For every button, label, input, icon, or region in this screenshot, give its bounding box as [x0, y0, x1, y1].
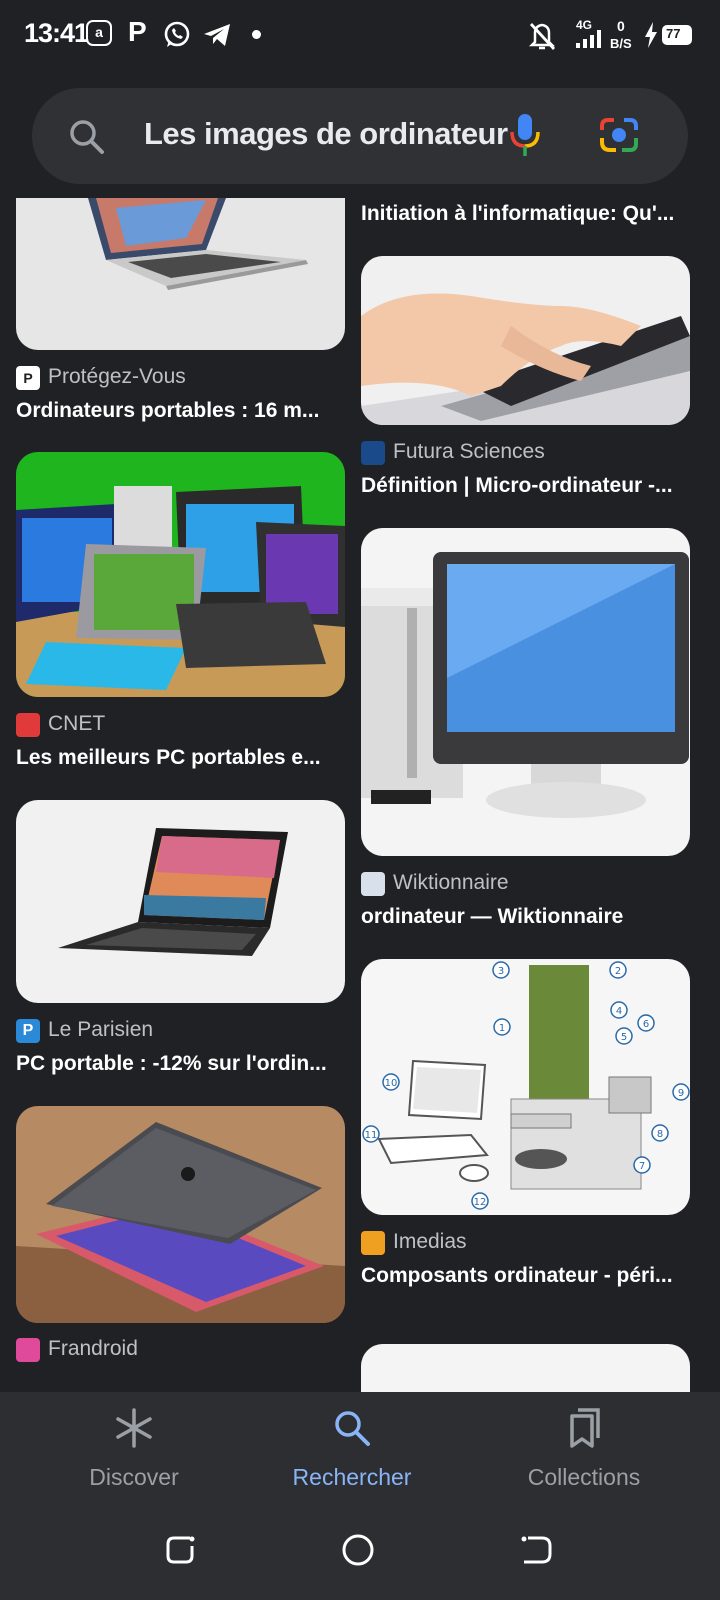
- search-bar[interactable]: Les images de ordinateur: [32, 88, 688, 184]
- status-time: 13:41: [24, 18, 89, 48]
- nav-search-label[interactable]: Rechercher: [252, 1464, 452, 1491]
- diagram-label: 10: [385, 1078, 398, 1089]
- whatsapp-icon: [164, 21, 190, 47]
- data-rate-unit: B/S: [610, 36, 632, 51]
- status-bar: 13:41 a P 4G 0 B/S 77: [0, 0, 720, 72]
- keyboard-hands-image: [361, 293, 690, 425]
- system-navigation-bar: [0, 1488, 720, 1600]
- result-title[interactable]: Définition | Micro-ordinateur -...: [361, 474, 673, 498]
- result-image-desktop-computer[interactable]: [361, 528, 690, 856]
- wiktionnaire-favicon: [361, 872, 385, 896]
- result-title[interactable]: Les meilleurs PC portables e...: [16, 746, 321, 770]
- recent-apps-icon[interactable]: [164, 1532, 200, 1568]
- back-icon[interactable]: [518, 1532, 554, 1568]
- diagram-label: 2: [615, 966, 621, 977]
- data-rate-value: 0: [617, 18, 625, 34]
- result-source[interactable]: Futura Sciences: [393, 440, 545, 464]
- diagram-label: 12: [474, 1197, 487, 1208]
- result-source[interactable]: Frandroid: [48, 1337, 138, 1361]
- battery-icon: 77: [662, 25, 692, 45]
- laptop-image: [58, 828, 288, 956]
- le-parisien-favicon: P: [16, 1019, 40, 1043]
- diagram-label: 4: [616, 1006, 622, 1017]
- asterisk-icon: [116, 1408, 152, 1448]
- laptop-image: [88, 198, 308, 290]
- diagram-label: 3: [498, 966, 504, 977]
- search-icon: [335, 1411, 370, 1446]
- result-image-laptop-black[interactable]: [16, 800, 345, 1003]
- result-source[interactable]: Imedias: [393, 1230, 467, 1254]
- search-icon: [70, 120, 104, 154]
- battery-level: 77: [666, 26, 681, 41]
- result-title[interactable]: Initiation à l'informatique: Qu'...: [361, 202, 674, 226]
- components-diagram-image: 1 2 3 4 5 6 7 8 9 10 11 12: [362, 961, 690, 1210]
- charging-icon: [645, 22, 657, 48]
- futura-favicon: [361, 441, 385, 465]
- result-image-macbook[interactable]: [16, 1106, 345, 1323]
- diagram-label: 9: [678, 1088, 684, 1099]
- source-favicon: P: [16, 366, 40, 390]
- result-source[interactable]: CNET: [48, 712, 105, 736]
- frandroid-favicon: [16, 1338, 40, 1362]
- result-image-laptop-silver[interactable]: [16, 198, 345, 350]
- imedias-favicon: [361, 1231, 385, 1255]
- result-image-next[interactable]: [361, 1344, 690, 1392]
- result-title[interactable]: Ordinateurs portables : 16 m...: [16, 399, 319, 423]
- collections-bookmark-icon: [570, 1408, 600, 1448]
- notifications-muted-icon: [528, 23, 556, 50]
- diagram-label: 1: [499, 1023, 505, 1034]
- laptops-image: [16, 486, 345, 697]
- telegram-icon: [204, 24, 230, 46]
- result-source[interactable]: Le Parisien: [48, 1018, 153, 1042]
- result-title[interactable]: PC portable : -12% sur l'ordin...: [16, 1052, 327, 1076]
- result-title[interactable]: ordinateur — Wiktionnaire: [361, 905, 623, 929]
- diagram-label: 6: [643, 1019, 649, 1030]
- search-query[interactable]: Les images de ordinateur: [144, 116, 508, 152]
- cnet-favicon: [16, 713, 40, 737]
- diagram-label: 8: [657, 1129, 663, 1140]
- macbook-image: [16, 1122, 345, 1323]
- home-icon[interactable]: [340, 1532, 376, 1568]
- signal-icon: [576, 30, 601, 48]
- voice-search-icon[interactable]: [508, 112, 542, 160]
- result-image-components-diagram[interactable]: 1 2 3 4 5 6 7 8 9 10 11 12: [361, 959, 690, 1215]
- desktop-computer-image: [361, 552, 689, 818]
- result-title[interactable]: Composants ordinateur - péri...: [361, 1264, 673, 1288]
- result-source[interactable]: Wiktionnaire: [393, 871, 509, 895]
- lens-camera-icon[interactable]: [598, 116, 640, 154]
- diagram-label: 7: [639, 1161, 645, 1172]
- result-image-laptops-green[interactable]: [16, 452, 345, 697]
- more-notifications-dot: [252, 30, 261, 39]
- diagram-label: 11: [365, 1130, 378, 1141]
- app-notification-icon: a: [86, 20, 112, 46]
- result-image-hands-keyboard[interactable]: [361, 256, 690, 425]
- nav-discover-label[interactable]: Discover: [34, 1464, 234, 1491]
- nav-collections-label[interactable]: Collections: [484, 1464, 684, 1491]
- parking-app-icon: P: [128, 16, 147, 47]
- diagram-label: 5: [621, 1032, 627, 1043]
- result-source[interactable]: Protégez-Vous: [48, 365, 186, 389]
